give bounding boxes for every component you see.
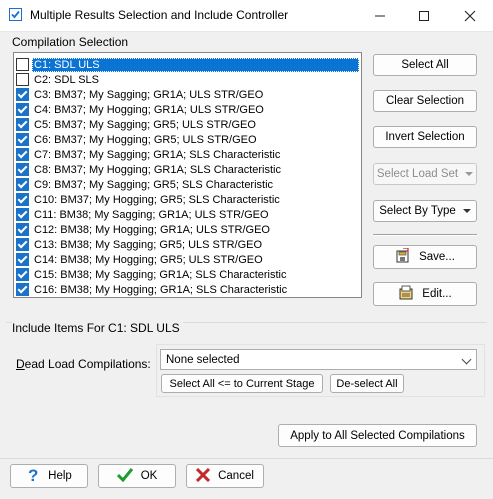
list-item[interactable]: C10: BM37; My Hogging; GR5; SLS Characte… <box>16 192 359 207</box>
include-items-label: Include Items For C1: SDL ULS <box>12 321 183 335</box>
list-item[interactable]: C7: BM37; My Sagging; GR1A; SLS Characte… <box>16 147 359 162</box>
list-item[interactable]: C9: BM37; My Sagging; GR5; SLS Character… <box>16 177 359 192</box>
list-item-checkbox[interactable] <box>16 283 29 296</box>
list-item[interactable]: C15: BM38; My Sagging; GR1A; SLS Charact… <box>16 267 359 282</box>
list-item-checkbox[interactable] <box>16 103 29 116</box>
list-item-checkbox[interactable] <box>16 118 29 131</box>
list-item[interactable]: C14: BM38; My Hogging; GR5; ULS STR/GEO <box>16 252 359 267</box>
list-item-checkbox[interactable] <box>16 178 29 191</box>
select-load-set-label: Select Load Set <box>376 168 459 180</box>
checkmark-icon <box>116 467 133 485</box>
list-item-checkbox[interactable] <box>16 253 29 266</box>
apply-all-selected-button[interactable]: Apply to All Selected Compilations <box>278 424 477 447</box>
window-title: Multiple Results Selection and Include C… <box>30 8 289 22</box>
list-item-label: C13: BM38; My Sagging; GR5; ULS STR/GEO <box>34 238 263 251</box>
dead-load-value: None selected <box>166 353 240 366</box>
cancel-label: Cancel <box>218 470 254 482</box>
chevron-down-icon <box>461 354 472 365</box>
select-by-type-label: Select By Type <box>379 205 456 217</box>
list-item[interactable]: C1: SDL ULS <box>16 57 359 72</box>
invert-selection-button[interactable]: Invert Selection <box>373 126 477 148</box>
save-icon <box>395 246 411 267</box>
list-item-checkbox[interactable] <box>16 148 29 161</box>
list-item-checkbox[interactable] <box>16 223 29 236</box>
list-item[interactable]: C11: BM38; My Sagging; GR1A; ULS STR/GEO <box>16 207 359 222</box>
list-item-label: C12: BM38; My Hogging; GR1A; ULS STR/GEO <box>34 223 270 236</box>
save-button[interactable]: Save... <box>373 245 477 269</box>
list-item-label: C10: BM37; My Hogging; GR5; SLS Characte… <box>34 193 280 206</box>
list-item-checkbox[interactable] <box>16 163 29 176</box>
list-item-checkbox[interactable] <box>16 208 29 221</box>
ok-button[interactable]: OK <box>98 464 176 488</box>
list-item-label: C4: BM37; My Hogging; GR1A; ULS STR/GEO <box>34 103 264 116</box>
list-item[interactable]: C6: BM37; My Hogging; GR5; ULS STR/GEO <box>16 132 359 147</box>
list-item-checkbox[interactable] <box>16 268 29 281</box>
list-item[interactable]: C8: BM37; My Hogging; GR1A; SLS Characte… <box>16 162 359 177</box>
select-by-type-dropdown[interactable]: Select By Type <box>373 200 477 222</box>
dead-load-label: Dead Load Compilations: <box>16 357 151 371</box>
help-label: Help <box>48 470 72 482</box>
help-icon: ? <box>26 466 40 486</box>
minimize-icon[interactable] <box>357 0 403 31</box>
list-item-label: C9: BM37; My Sagging; GR5; SLS Character… <box>34 178 274 191</box>
list-item-label: C1: SDL ULS <box>32 57 359 72</box>
select-all-current-stage-button[interactable]: Select All <= to Current Stage <box>161 374 323 393</box>
ok-label: OK <box>140 470 158 482</box>
list-item-label: C3: BM37; My Sagging; GR1A; ULS STR/GEO <box>34 88 264 101</box>
list-item[interactable]: C16: BM38; My Hogging; GR1A; SLS Charact… <box>16 282 359 297</box>
edit-button[interactable]: Edit... <box>373 282 477 306</box>
cross-icon <box>196 467 211 485</box>
edit-icon <box>398 285 414 304</box>
title-bar: Multiple Results Selection and Include C… <box>0 0 493 32</box>
compilation-selection-label: Compilation Selection <box>12 35 129 49</box>
list-item-label: C14: BM38; My Hogging; GR5; ULS STR/GEO <box>34 253 263 266</box>
deselect-all-button[interactable]: De-select All <box>330 374 404 393</box>
list-item[interactable]: C4: BM37; My Hogging; GR1A; ULS STR/GEO <box>16 102 359 117</box>
list-item-label: C2: SDL SLS <box>34 73 100 86</box>
list-item-label: C5: BM37; My Sagging; GR5; ULS STR/GEO <box>34 118 256 131</box>
clear-selection-button[interactable]: Clear Selection <box>373 90 477 112</box>
list-item-label: C15: BM38; My Sagging; GR1A; SLS Charact… <box>34 268 287 281</box>
list-item-label: C16: BM38; My Hogging; GR1A; SLS Charact… <box>34 283 288 296</box>
app-checkbox-icon <box>9 8 22 21</box>
list-item-checkbox[interactable] <box>16 58 29 71</box>
chevron-down-icon <box>462 209 471 213</box>
list-item[interactable]: C5: BM37; My Sagging; GR5; ULS STR/GEO <box>16 117 359 132</box>
side-divider <box>373 234 477 236</box>
save-label: Save... <box>419 251 455 263</box>
svg-text:?: ? <box>28 467 38 483</box>
list-item-checkbox[interactable] <box>16 193 29 206</box>
edit-label: Edit... <box>422 288 452 300</box>
chevron-down-icon <box>465 172 474 176</box>
list-item[interactable]: C13: BM38; My Sagging; GR5; ULS STR/GEO <box>16 237 359 252</box>
list-item[interactable]: C2: SDL SLS <box>16 72 359 87</box>
list-item-checkbox[interactable] <box>16 133 29 146</box>
list-item-checkbox[interactable] <box>16 73 29 86</box>
compilation-list[interactable]: C1: SDL ULS C2: SDL SLS C3: BM37; My Saggi… <box>13 52 362 298</box>
list-item-checkbox[interactable] <box>16 88 29 101</box>
list-item-checkbox[interactable] <box>16 238 29 251</box>
select-load-set-dropdown: Select Load Set <box>373 163 477 185</box>
list-item[interactable]: C12: BM38; My Hogging; GR1A; ULS STR/GEO <box>16 222 359 237</box>
maximize-icon[interactable] <box>401 0 447 31</box>
select-all-button[interactable]: Select All <box>373 54 477 76</box>
cancel-button[interactable]: Cancel <box>186 464 264 488</box>
list-item-label: C8: BM37; My Hogging; GR1A; SLS Characte… <box>34 163 281 176</box>
close-icon[interactable] <box>447 0 493 31</box>
list-item-label: C11: BM38; My Sagging; GR1A; ULS STR/GEO <box>34 208 269 221</box>
list-item-label: C7: BM37; My Sagging; GR1A; SLS Characte… <box>34 148 281 161</box>
dead-load-select[interactable]: None selected <box>160 349 477 370</box>
list-item-label: C6: BM37; My Hogging; GR5; ULS STR/GEO <box>34 133 257 146</box>
list-item[interactable]: C3: BM37; My Sagging; GR1A; ULS STR/GEO <box>16 87 359 102</box>
help-button[interactable]: ? Help <box>10 464 88 488</box>
